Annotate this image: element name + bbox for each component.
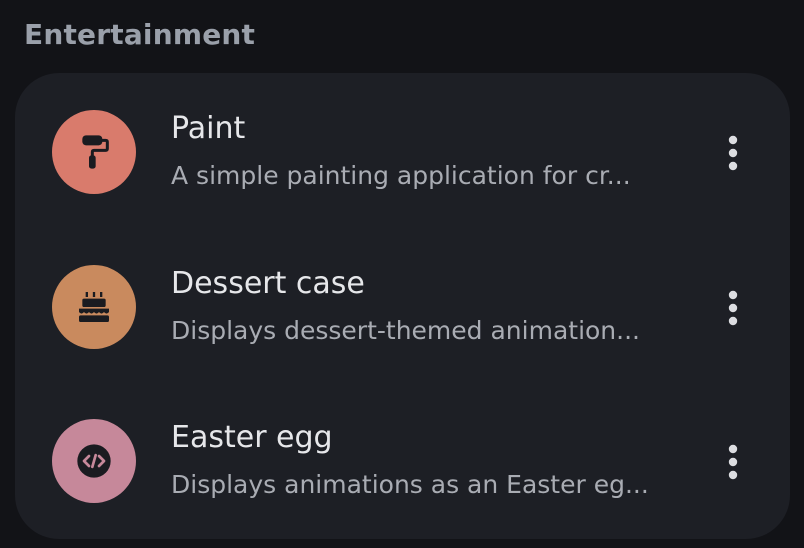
more-options-button[interactable] — [715, 131, 751, 175]
more-vert-icon — [728, 444, 738, 480]
list-item-easter-egg[interactable]: Easter egg Displays animations as an Eas… — [15, 382, 790, 537]
more-options-button[interactable] — [715, 440, 751, 484]
app-avatar — [52, 419, 136, 503]
app-list-card: Paint A simple painting application for … — [15, 73, 790, 539]
more-vert-icon — [728, 135, 738, 171]
code-icon — [77, 444, 111, 478]
app-description: Displays dessert-themed animation... — [171, 316, 640, 345]
list-item-paint[interactable]: Paint A simple painting application for … — [15, 73, 790, 228]
app-name: Easter egg — [171, 420, 333, 455]
more-vert-icon — [728, 290, 738, 326]
cake-icon — [79, 292, 109, 322]
section-title: Entertainment — [24, 18, 256, 51]
app-name: Paint — [171, 111, 246, 146]
more-options-button[interactable] — [715, 286, 751, 330]
app-avatar — [52, 110, 136, 194]
list-item-dessert-case[interactable]: Dessert case Displays dessert-themed ani… — [15, 228, 790, 383]
paint-roller-icon — [82, 135, 109, 169]
app-name: Dessert case — [171, 266, 365, 301]
app-avatar — [52, 265, 136, 349]
app-description: A simple painting application for cr... — [171, 161, 631, 190]
app-description: Displays animations as an Easter eg... — [171, 470, 649, 499]
